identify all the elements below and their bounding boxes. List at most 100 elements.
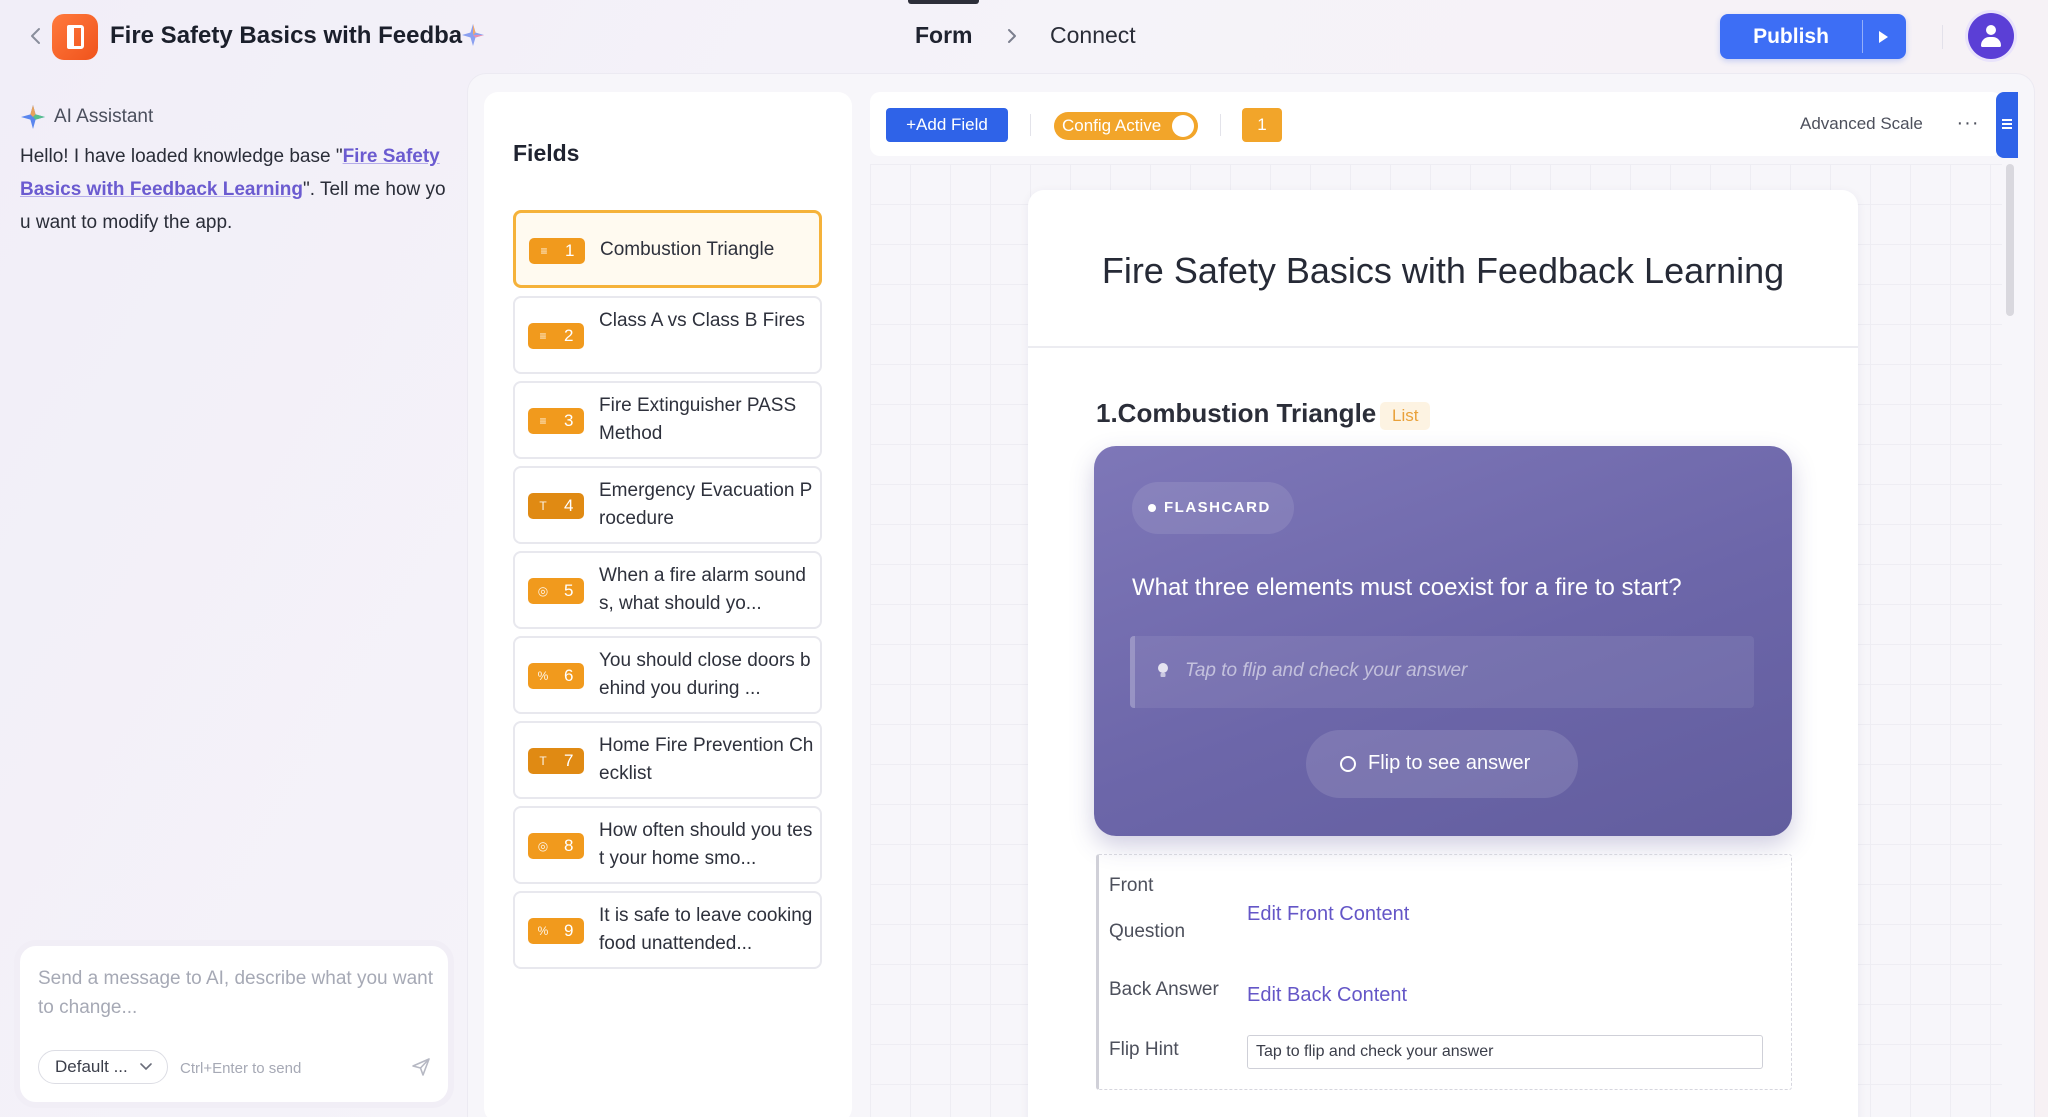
field-number: 9 [564, 921, 574, 940]
field-badge: ≡ 1 [529, 238, 585, 264]
config-active-toggle[interactable]: Config Active [1054, 112, 1198, 140]
send-hint: Ctrl+Enter to send [180, 1060, 302, 1077]
edit-front-content-link[interactable]: Edit Front Content [1247, 903, 1409, 926]
radio-icon: ◎ [537, 839, 549, 853]
message-text: Hello! I have loaded knowledge base " [20, 146, 343, 167]
field-item-3[interactable]: ≡ 3 Fire Extinguisher PASS Method [513, 381, 822, 459]
question-type-tag: List [1380, 402, 1431, 430]
menu-icon [2002, 119, 2012, 129]
field-item-6[interactable]: % 6 You should close doors behind you dur… [513, 636, 822, 714]
field-label: Combustion Triangle [600, 239, 775, 260]
sparkle-icon[interactable] [460, 22, 486, 48]
flip-button-label: Flip to see answer [1368, 752, 1531, 774]
flashcard-chip: FLASHCARD [1132, 482, 1294, 534]
field-badge: ◎ 5 [528, 578, 584, 604]
flashcard-hint-box: Tap to flip and check your answer [1130, 636, 1754, 708]
form-preview-card: Fire Safety Basics with Feedback Learnin… [1028, 190, 1858, 1117]
ai-assistant-panel: AI Assistant Hello! I have loaded knowle… [0, 72, 466, 1117]
flip-hint-input[interactable] [1247, 1035, 1763, 1069]
field-label: How often should you test your home smo.… [599, 820, 813, 869]
back-chevron-icon[interactable] [26, 24, 46, 48]
divider [1942, 25, 1943, 49]
field-number: 1 [565, 241, 575, 260]
field-item-5[interactable]: ◎ 5 When a fire alarm sounds, what should… [513, 551, 822, 629]
radio-icon: ◎ [537, 584, 549, 598]
back-answer-label: Back Answer [1109, 979, 1219, 1000]
field-badge: % 9 [528, 918, 584, 944]
field-badge: ≡ 2 [528, 323, 584, 349]
flashcard-hint: Tap to flip and check your answer [1185, 660, 1468, 681]
field-item-7[interactable]: T7 Home Fire Prevention Checklist [513, 721, 822, 799]
field-item-4[interactable]: T4 Emergency Evacuation Procedure [513, 466, 822, 544]
model-select-value: Default ... [55, 1057, 128, 1076]
field-number: 4 [564, 496, 574, 515]
form-toolbar: +Add Field Config Active 1 Advanced Scal… [870, 92, 2002, 156]
toggle-knob [1172, 115, 1194, 137]
field-item-8[interactable]: ◎ 8 How often should you test your home s… [513, 806, 822, 884]
list-icon: ≡ [540, 244, 548, 258]
add-field-button[interactable]: +Add Field [886, 108, 1008, 142]
publish-button-group: Publish [1720, 14, 1906, 59]
side-panel-toggle[interactable] [1996, 92, 2018, 158]
field-label: Home Fire Prevention Checklist [599, 735, 814, 784]
edit-back-content-link[interactable]: Edit Back Content [1247, 984, 1407, 1007]
ai-star-icon [21, 105, 45, 129]
flip-hint-label: Flip Hint [1109, 1039, 1179, 1060]
divider [1030, 114, 1031, 136]
active-tab-indicator [908, 0, 979, 4]
divider [1220, 114, 1221, 136]
flip-button[interactable]: Flip to see answer [1306, 730, 1578, 798]
nav-tabs: Form Connect [900, 0, 1160, 72]
tab-connect[interactable]: Connect [1050, 22, 1136, 49]
dot-icon [1148, 504, 1156, 512]
field-badge: T7 [528, 748, 584, 774]
flashcard[interactable]: FLASHCARD What three elements must coexi… [1094, 446, 1792, 836]
form-title: Fire Safety Basics with Feedback Learnin… [1101, 250, 1785, 291]
field-number: 3 [564, 411, 574, 430]
main-panel: Fields ≡ 1 Combustion Triangle ≡ 2 Class A… [468, 74, 2034, 1117]
chevron-down-icon [140, 1063, 152, 1071]
field-label: When a fire alarm sounds, what should yo… [599, 565, 806, 614]
flashcard-question: What three elements must coexist for a f… [1132, 574, 1682, 601]
field-item-1[interactable]: ≡ 1 Combustion Triangle [513, 210, 822, 288]
field-item-2[interactable]: ≡ 2 Class A vs Class B Fires [513, 296, 822, 374]
publish-options-arrow-icon[interactable] [1863, 14, 1906, 59]
chat-input-box: Default ... Ctrl+Enter to send [14, 940, 454, 1108]
field-label: Fire Extinguisher PASS Method [599, 395, 797, 444]
flashcard-chip-label: FLASHCARD [1164, 499, 1271, 516]
top-bar: Fire Safety Basics with Feedba Form Conn… [0, 0, 2048, 72]
field-badge: ◎ 8 [528, 833, 584, 859]
text-icon: T [539, 499, 547, 513]
canvas-scrollbar[interactable] [2006, 164, 2014, 316]
tab-form[interactable]: Form [915, 22, 973, 49]
fields-title: Fields [513, 140, 580, 166]
config-toggle-label: Config Active [1062, 116, 1162, 135]
flip-icon [1340, 756, 1356, 772]
lightbulb-icon [1158, 663, 1168, 677]
model-select[interactable]: Default ... [38, 1050, 168, 1084]
ai-welcome-message: Hello! I have loaded knowledge base "Fir… [20, 140, 450, 239]
advanced-scale-button[interactable]: Advanced Scale [1800, 114, 1923, 134]
more-options-icon[interactable]: ··· [1956, 113, 1980, 137]
front-label: Front [1109, 875, 1154, 896]
field-item-9[interactable]: % 9 It is safe to leave cooking food unat… [513, 891, 822, 969]
field-number: 6 [564, 666, 574, 685]
percent-icon: % [537, 669, 549, 683]
fields-panel: Fields ≡ 1 Combustion Triangle ≡ 2 Class A… [484, 92, 852, 1117]
publish-button[interactable]: Publish [1720, 14, 1862, 59]
ai-assistant-title: AI Assistant [54, 106, 154, 127]
field-label: It is safe to leave cooking food unatten… [599, 905, 813, 954]
send-icon[interactable] [410, 1056, 432, 1078]
field-badge: T4 [528, 493, 584, 519]
user-avatar[interactable] [1968, 13, 2014, 59]
chat-input[interactable] [38, 964, 433, 1034]
count-badge[interactable]: 1 [1242, 108, 1282, 142]
field-badge: % 6 [528, 663, 584, 689]
field-number: 2 [564, 326, 574, 345]
ai-assistant-header: AI Assistant [20, 104, 153, 130]
question-label: Question [1109, 921, 1186, 942]
chevron-right-icon [1008, 29, 1016, 43]
percent-icon: % [537, 924, 549, 938]
list-icon: ≡ [539, 329, 547, 343]
field-number: 7 [564, 751, 574, 770]
